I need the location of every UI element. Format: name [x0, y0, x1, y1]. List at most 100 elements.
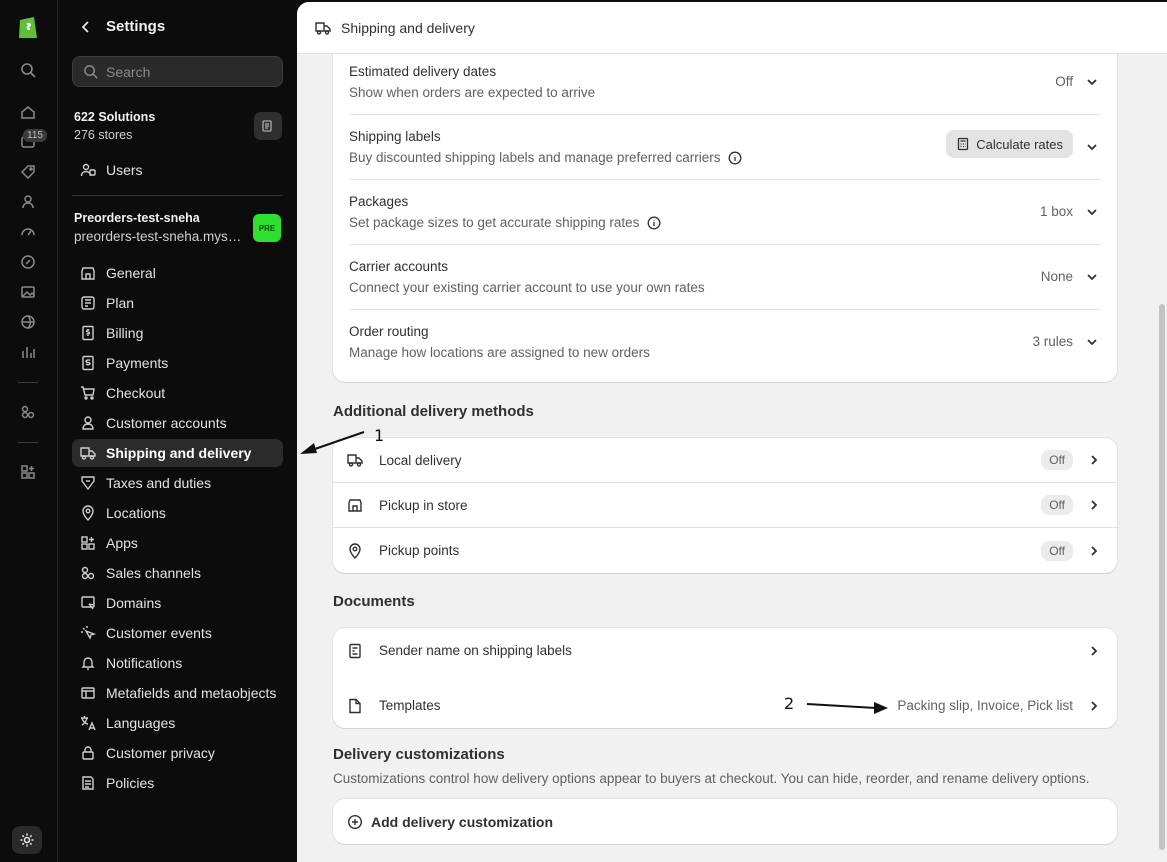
row-description: Show when orders are expected to arrive [349, 85, 595, 100]
store-switch-icon [262, 120, 272, 132]
sidebar-item-locations[interactable]: Locations [72, 499, 283, 527]
sidebar-item-checkout[interactable]: Checkout [72, 379, 283, 407]
org-store-count: 276 stores [74, 128, 133, 142]
row-value: 1 box [1039, 204, 1073, 219]
sidebar-item-customer-events[interactable]: Customer events [72, 619, 283, 647]
label-icon [349, 643, 361, 658]
calculator-icon [958, 137, 969, 151]
info-icon[interactable] [728, 151, 742, 165]
chevron-down-icon[interactable] [1085, 140, 1099, 154]
online-store-icon[interactable] [19, 313, 37, 331]
add-delivery-customization-label: Add delivery customization [371, 813, 554, 830]
bell-icon [81, 657, 95, 670]
store-avatar[interactable]: PRE [253, 214, 281, 242]
sidebar-item-sales-channels[interactable]: Sales channels [72, 559, 283, 587]
org-switch-button[interactable] [254, 112, 282, 140]
analytics-icon[interactable] [19, 343, 37, 361]
chevron-down-icon[interactable] [1085, 335, 1099, 349]
list-item-label: Sender name on shipping labels [379, 643, 572, 658]
search-box[interactable] [72, 56, 283, 87]
settings-row-packages[interactable]: Packages Set package sizes to get accura… [349, 180, 1101, 245]
shopify-logo-icon[interactable] [16, 14, 40, 40]
sidebar-item-label: Notifications [106, 655, 183, 671]
sidebar-item-plan[interactable]: Plan [72, 289, 283, 317]
add-delivery-customization-button[interactable]: Add delivery customization [333, 799, 1117, 844]
sidebar-item-users[interactable]: Users [72, 156, 283, 184]
sidebar-item-apps[interactable]: Apps [72, 529, 283, 557]
sidebar-item-billing[interactable]: Billing [72, 319, 283, 347]
apps-icon[interactable] [19, 403, 37, 421]
icon-rail: 115 [0, 0, 58, 862]
sidebar-item-general[interactable]: General [72, 259, 283, 287]
sidebar-item-label: Locations [106, 505, 166, 521]
list-item-templates[interactable]: Templates Packing slip, Invoice, Pick li… [333, 683, 1117, 728]
domain-icon [81, 596, 95, 610]
status-badge: Off [1041, 495, 1073, 515]
chevron-down-icon[interactable] [1085, 205, 1099, 219]
customers-icon[interactable] [19, 193, 37, 211]
list-item-sender-name[interactable]: Sender name on shipping labels [333, 628, 1117, 673]
delivery-customizations-description: Customizations control how delivery opti… [333, 771, 1090, 786]
settings-row-estimated-delivery-dates[interactable]: Estimated delivery dates Show when order… [349, 50, 1101, 115]
row-description: Manage how locations are assigned to new… [349, 345, 650, 360]
search-input[interactable] [106, 63, 266, 80]
billing-icon [82, 325, 94, 341]
translate-icon [81, 716, 96, 731]
chevron-down-icon[interactable] [1085, 270, 1099, 284]
settings-row-shipping-labels[interactable]: Shipping labels Buy discounted shipping … [349, 115, 1101, 180]
info-icon[interactable] [647, 216, 661, 230]
add-apps-icon[interactable] [19, 463, 37, 481]
plan-icon [81, 296, 95, 310]
sidebar-item-taxes-and-duties[interactable]: Taxes and duties [72, 469, 283, 497]
discounts-icon[interactable] [19, 253, 37, 271]
settings-sidebar: Settings 622 Solutions 276 stores Users … [58, 0, 297, 862]
marketing-icon[interactable] [19, 223, 37, 241]
location-pin-icon [82, 505, 94, 521]
settings-icon[interactable] [12, 826, 42, 854]
sidebar-item-label: Billing [106, 325, 144, 341]
content-icon[interactable] [19, 283, 37, 301]
list-item-pickup-in-store[interactable]: Pickup in store Off [333, 483, 1117, 528]
calculate-rates-button[interactable]: Calculate rates [946, 130, 1073, 158]
sales-channels-icon [81, 566, 95, 580]
annotation-label-one: 1 [374, 426, 385, 445]
search-icon[interactable] [19, 61, 37, 79]
back-chevron-icon[interactable] [80, 20, 92, 33]
sidebar-item-label: General [106, 265, 156, 281]
cursor-click-icon [81, 626, 96, 640]
settings-row-order-routing[interactable]: Order routing Manage how locations are a… [349, 310, 1101, 375]
calculate-rates-label: Calculate rates [976, 136, 1063, 152]
sidebar-item-label: Plan [106, 295, 135, 311]
sidebar-item-label: Checkout [106, 385, 166, 401]
chevron-down-icon[interactable] [1085, 75, 1099, 89]
products-icon[interactable] [19, 163, 37, 181]
home-icon[interactable] [19, 103, 37, 121]
sidebar-item-shipping-and-delivery[interactable]: Shipping and delivery [72, 439, 283, 467]
sidebar-item-metafields[interactable]: Metafields and metaobjects [72, 679, 283, 707]
list-item-label: Pickup points [379, 543, 460, 558]
sidebar-item-label: Domains [106, 595, 162, 611]
settings-title: Settings [106, 18, 166, 35]
settings-row-carrier-accounts[interactable]: Carrier accounts Connect your existing c… [349, 245, 1101, 310]
sidebar-item-notifications[interactable]: Notifications [72, 649, 283, 677]
list-item-local-delivery[interactable]: Local delivery Off [333, 438, 1117, 483]
sidebar-item-label: Apps [106, 535, 138, 551]
page-header: Shipping and delivery [297, 2, 1167, 54]
vertical-scrollbar[interactable] [1159, 304, 1165, 850]
sidebar-item-languages[interactable]: Languages [72, 709, 283, 737]
list-item-pickup-points[interactable]: Pickup points Off [333, 528, 1117, 573]
sidebar-item-label: Users [106, 162, 143, 178]
sidebar-item-customer-privacy[interactable]: Customer privacy [72, 739, 283, 767]
sidebar-item-payments[interactable]: Payments [72, 349, 283, 377]
sidebar-item-policies[interactable]: Policies [72, 769, 283, 797]
row-description-text: Show when orders are expected to arrive [349, 85, 596, 100]
sidebar-item-domains[interactable]: Domains [72, 589, 283, 617]
row-description-text: Buy discounted shipping labels and manag… [349, 150, 721, 165]
search-icon [84, 65, 98, 79]
store-icon [348, 499, 362, 512]
section-title-additional-delivery: Additional delivery methods [333, 403, 534, 420]
sidebar-item-customer-accounts[interactable]: Customer accounts [72, 409, 283, 437]
chevron-right-icon [1091, 545, 1098, 556]
store-domain: preorders-test-sneha.myshopify.com [74, 229, 246, 244]
chevron-right-icon [1091, 455, 1098, 465]
